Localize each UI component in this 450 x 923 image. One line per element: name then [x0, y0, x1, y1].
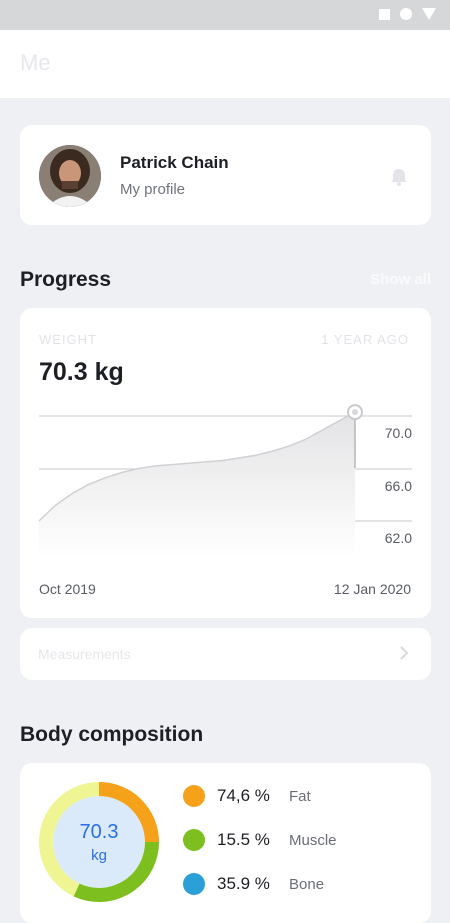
bone-dot-icon	[183, 873, 205, 895]
chevron-right-icon	[400, 646, 409, 660]
body-composition-title: Body composition	[20, 723, 204, 746]
legend-value: 15.5 %	[217, 830, 270, 849]
signal-icon	[422, 8, 436, 20]
status-icons	[379, 8, 436, 20]
current-point-center	[352, 409, 358, 416]
measurements-row[interactable]: Measurements	[20, 628, 431, 680]
recent-apps-icon	[379, 8, 390, 20]
y-tick-label: 66.0	[385, 478, 412, 494]
legend-value: 74,6 %	[217, 786, 270, 805]
legend-item-muscle: 15.5 % Muscle	[183, 827, 337, 853]
profile-name: Patrick Chain	[120, 153, 229, 172]
x-axis-start-label: Oct 2019	[39, 581, 96, 597]
avatar[interactable]	[39, 145, 101, 207]
bell-icon[interactable]	[388, 166, 410, 188]
legend-item-fat: 74,6 % Fat	[183, 783, 311, 809]
y-tick-label: 62.0	[385, 530, 412, 546]
muscle-dot-icon	[183, 829, 205, 851]
legend-item-bone: 35.9 % Bone	[183, 871, 324, 897]
home-icon	[400, 8, 412, 20]
progress-title: Progress	[20, 268, 112, 291]
weight-chart[interactable]: 70.0 66.0 62.0	[20, 308, 431, 618]
app-bar: Me	[0, 30, 450, 98]
legend-value: 35.9 %	[217, 874, 270, 893]
donut-center-value: 70.3	[79, 821, 119, 843]
profile-card[interactable]: Patrick Chain My profile	[20, 125, 431, 225]
status-bar	[0, 0, 450, 30]
legend-name: Fat	[289, 787, 311, 805]
y-tick-label: 70.0	[385, 425, 412, 441]
legend-name: Muscle	[289, 831, 337, 849]
measurements-label: Measurements	[38, 646, 131, 662]
show-all-link[interactable]: Show all	[370, 271, 431, 288]
profile-subtitle: My profile	[120, 181, 186, 198]
fat-dot-icon	[183, 785, 205, 807]
body-composition-card[interactable]: 70.3 kg 74,6 % Fat 15.5 % Muscle 35.9 % …	[20, 763, 431, 923]
progress-card[interactable]: WEIGHT 1 YEAR AGO 70.3 kg 70.0 66.0 62.0…	[20, 308, 431, 618]
page-title: Me	[20, 50, 51, 75]
x-axis-end-label: 12 Jan 2020	[333, 581, 411, 597]
donut-center-unit: kg	[91, 847, 107, 864]
legend-name: Bone	[289, 875, 325, 893]
